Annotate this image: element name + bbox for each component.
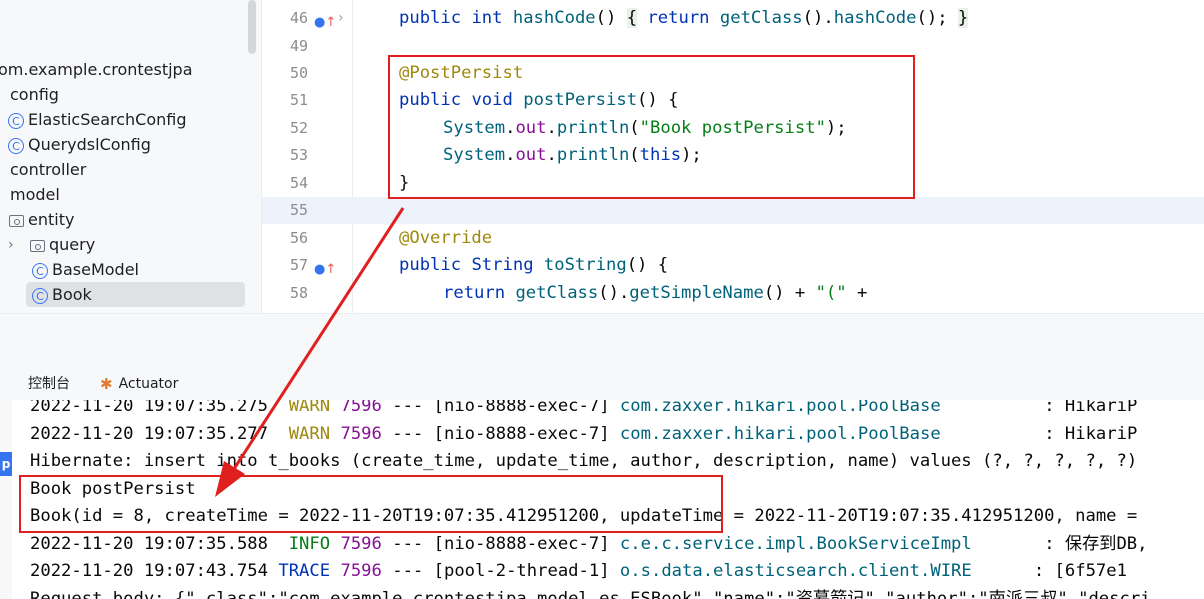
annotation-arrow	[215, 207, 405, 497]
arrow-shaft	[230, 207, 405, 473]
arrow-head	[215, 461, 245, 497]
